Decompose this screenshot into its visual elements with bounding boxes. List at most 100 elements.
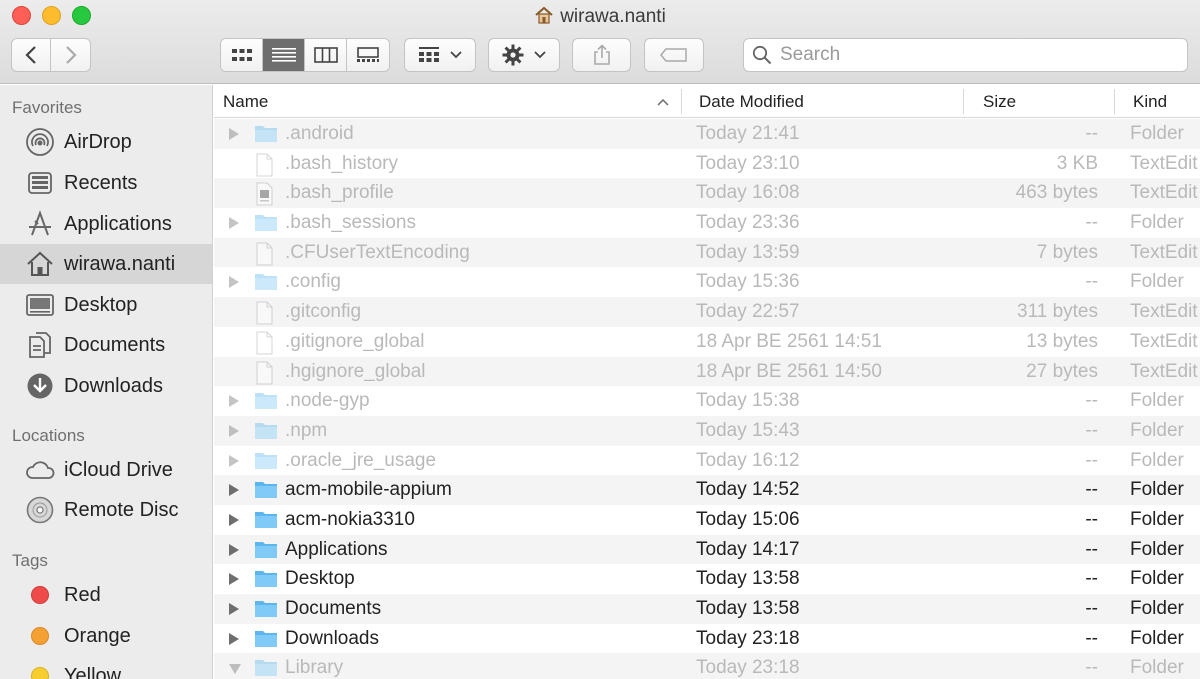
file-kind: Folder	[1130, 123, 1184, 144]
sidebar-tag-orange[interactable]: Orange	[0, 616, 212, 656]
gear-icon	[502, 44, 524, 66]
table-row[interactable]: .config Today 15:36 -- Folder	[214, 267, 1200, 298]
sidebar-item-label: Red	[64, 583, 101, 606]
disclosure-triangle-icon[interactable]	[227, 482, 241, 498]
search-input[interactable]	[780, 44, 1187, 66]
table-row[interactable]: .android Today 21:41 -- Folder	[214, 119, 1200, 149]
sidebar-item-airdrop[interactable]: AirDrop	[0, 122, 212, 162]
file-date: Today 22:57	[696, 301, 800, 323]
file-date: Today 13:59	[696, 241, 800, 263]
sidebar-tag-yellow[interactable]: Yellow	[0, 656, 212, 679]
sidebar-tag-red[interactable]: Red	[0, 575, 212, 615]
table-row[interactable]: Desktop Today 13:58 -- Folder	[214, 564, 1200, 594]
disclosure-triangle-icon[interactable]	[227, 453, 241, 469]
sidebar: Favorites AirDrop Recents Applications w…	[0, 85, 213, 679]
file-size: 13 bytes	[1026, 330, 1098, 352]
column-divider[interactable]	[1114, 89, 1115, 114]
folder-icon	[254, 390, 278, 412]
sidebar-item-downloads[interactable]: Downloads	[0, 366, 212, 406]
disclosure-triangle-icon[interactable]	[227, 601, 241, 617]
file-kind: Folder	[1130, 508, 1184, 530]
sidebar-item-desktop[interactable]: Desktop	[0, 285, 212, 325]
sidebar-item-applications[interactable]: Applications	[0, 204, 212, 244]
disclosure-triangle-icon[interactable]	[227, 631, 241, 647]
sidebar-item-documents[interactable]: Documents	[0, 325, 212, 365]
disclosure-open-icon[interactable]	[227, 660, 241, 676]
column-header-name[interactable]: Name	[223, 85, 681, 118]
file-name: Downloads	[285, 627, 379, 649]
document-icon	[254, 331, 278, 355]
file-size: 311 bytes	[1017, 301, 1098, 323]
table-row[interactable]: Library Today 23:18 -- Folder	[214, 653, 1200, 679]
sidebar-item-remote-disc[interactable]: Remote Disc	[0, 490, 212, 530]
table-row[interactable]: acm-nokia3310 Today 15:06 -- Folder	[214, 504, 1200, 535]
back-button[interactable]	[11, 38, 51, 72]
column-divider[interactable]	[963, 89, 964, 114]
sidebar-item-icloud[interactable]: iCloud Drive	[0, 450, 212, 490]
table-row[interactable]: .oracle_jre_usage Today 16:12 -- Folder	[214, 445, 1200, 476]
file-size: --	[1085, 212, 1098, 234]
disclosure-triangle-icon[interactable]	[227, 571, 241, 587]
action-button[interactable]	[488, 38, 560, 72]
column-header-label: Name	[223, 91, 269, 111]
table-row[interactable]: .CFUserTextEncoding Today 13:59 7 bytes Tex…	[214, 237, 1200, 268]
table-row[interactable]: Documents Today 13:58 -- Folder	[214, 594, 1200, 624]
desktop-icon	[25, 290, 55, 320]
column-view-button[interactable]	[305, 39, 347, 71]
share-button[interactable]	[572, 38, 631, 72]
group-grid-icon	[419, 47, 439, 62]
disclosure-triangle-icon[interactable]	[227, 542, 241, 558]
tags-button[interactable]	[644, 38, 704, 72]
applications-icon	[25, 209, 55, 239]
file-kind: TextEdit	[1130, 152, 1198, 174]
file-size: --	[1085, 271, 1098, 293]
sidebar-item-recents[interactable]: Recents	[0, 163, 212, 203]
table-row[interactable]: Applications Today 14:17 -- Folder	[214, 534, 1200, 565]
disclosure-triangle-icon[interactable]	[227, 215, 241, 231]
table-row[interactable]: .node-gyp Today 15:38 -- Folder	[214, 386, 1200, 416]
column-header-date[interactable]: Date Modified	[699, 85, 804, 118]
file-kind: Folder	[1130, 271, 1184, 293]
disclosure-triangle-icon[interactable]	[227, 126, 241, 142]
disclosure-triangle-icon[interactable]	[227, 274, 241, 290]
column-header-kind[interactable]: Kind	[1133, 85, 1167, 118]
table-row[interactable]: .bash_sessions Today 23:36 -- Folder	[214, 208, 1200, 238]
file-date: Today 13:58	[696, 568, 800, 590]
forward-button[interactable]	[50, 38, 91, 72]
table-row[interactable]: .gitconfig Today 22:57 311 bytes TextEdit	[214, 297, 1200, 327]
sidebar-item-home[interactable]: wirawa.nanti	[0, 244, 212, 284]
sidebar-item-label: wirawa.nanti	[64, 252, 176, 275]
column-header-label: Date Modified	[699, 91, 804, 111]
table-row[interactable]: .bash_profile Today 16:08 463 bytes TextEdi…	[214, 178, 1200, 209]
file-kind: TextEdit	[1130, 241, 1198, 263]
file-date: 18 Apr BE 2561 14:50	[696, 360, 882, 382]
column-divider[interactable]	[681, 89, 682, 114]
table-row[interactable]: acm-mobile-appium Today 14:52 -- Folder	[214, 475, 1200, 505]
file-date: Today 23:18	[696, 627, 800, 649]
column-header-size[interactable]: Size	[983, 85, 1016, 118]
document-icon	[254, 153, 278, 177]
gallery-view-button[interactable]	[347, 39, 389, 71]
search-field[interactable]	[743, 38, 1188, 72]
table-row[interactable]: Downloads Today 23:18 -- Folder	[214, 623, 1200, 654]
folder-icon	[254, 539, 278, 561]
file-rows: .android Today 21:41 -- Folder .bash_history…	[214, 119, 1200, 679]
list-view-button[interactable]	[263, 39, 305, 71]
group-by-button[interactable]	[404, 38, 476, 72]
table-row[interactable]: .bash_history Today 23:10 3 KB TextEdit	[214, 148, 1200, 179]
table-row[interactable]: .hgignore_global 18 Apr BE 2561 14:50 27 b…	[214, 356, 1200, 387]
folder-icon	[254, 212, 278, 234]
file-kind: Folder	[1130, 212, 1184, 234]
table-row[interactable]: .gitignore_global 18 Apr BE 2561 14:51 13 …	[214, 326, 1200, 357]
disclosure-triangle-icon[interactable]	[227, 423, 241, 439]
chevron-left-icon	[25, 46, 36, 64]
disclosure-triangle-icon[interactable]	[227, 393, 241, 409]
table-row[interactable]: .npm Today 15:43 -- Folder	[214, 415, 1200, 446]
folder-icon	[254, 479, 278, 501]
downloads-icon	[25, 371, 55, 401]
tag-icon	[660, 48, 687, 62]
icon-view-button[interactable]	[221, 39, 263, 71]
column-header-label: Size	[983, 91, 1017, 111]
disclosure-triangle-icon[interactable]	[227, 512, 241, 528]
file-date: Today 13:58	[696, 598, 800, 619]
